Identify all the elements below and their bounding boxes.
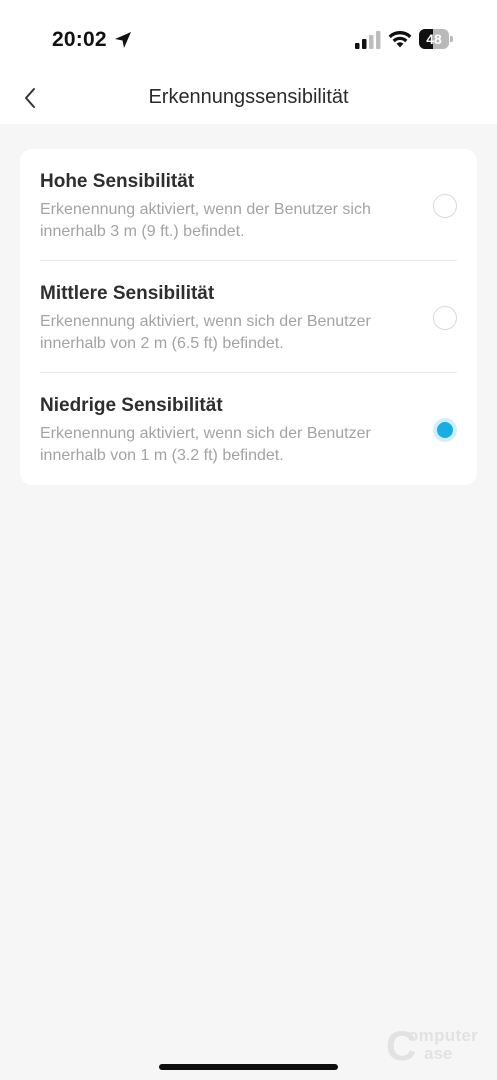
cellular-signal-icon — [355, 31, 381, 49]
signal-bar — [355, 43, 360, 49]
battery-icon: 48 — [419, 29, 453, 49]
radio-button[interactable] — [433, 306, 457, 330]
sensitivity-options-card: Hohe Sensibilität Erkenennung aktiviert,… — [20, 149, 477, 485]
signal-bar — [362, 39, 367, 49]
option-description: Erkenennung aktiviert, wenn sich der Ben… — [40, 313, 371, 352]
option-title: Hohe Sensibilität — [40, 171, 195, 192]
wifi-icon — [388, 30, 412, 48]
option-title: Niedrige Sensibilität — [40, 395, 223, 416]
option-description: Erkenennung aktiviert, wenn der Benutzer… — [40, 201, 371, 240]
computerbase-watermark-logo: C omputer ase — [386, 1024, 490, 1070]
nav-bar: Erkennungssensibilität — [0, 78, 497, 124]
option-high-sensitivity[interactable]: Hohe Sensibilität Erkenennung aktiviert,… — [20, 149, 477, 261]
location-arrow-icon — [115, 32, 131, 48]
option-description: Erkenennung aktiviert, wenn sich der Ben… — [40, 425, 371, 464]
home-indicator[interactable] — [159, 1064, 338, 1070]
battery-level: 48 — [426, 31, 442, 47]
radio-button[interactable] — [433, 418, 457, 442]
watermark-line2: ase — [424, 1044, 453, 1063]
signal-bar — [369, 35, 374, 49]
status-time: 20:02 — [52, 28, 107, 51]
radio-button[interactable] — [433, 194, 457, 218]
page-title: Erkennungssensibilität — [148, 86, 349, 108]
option-medium-sensitivity[interactable]: Mittlere Sensibilität Erkenennung aktivi… — [20, 261, 477, 373]
option-low-sensitivity[interactable]: Niedrige Sensibilität Erkenennung aktivi… — [20, 373, 477, 485]
watermark-line1: omputer — [408, 1026, 479, 1045]
option-title: Mittlere Sensibilität — [40, 283, 215, 304]
signal-bar — [376, 31, 381, 49]
status-bar: 20:02 48 — [0, 0, 497, 78]
